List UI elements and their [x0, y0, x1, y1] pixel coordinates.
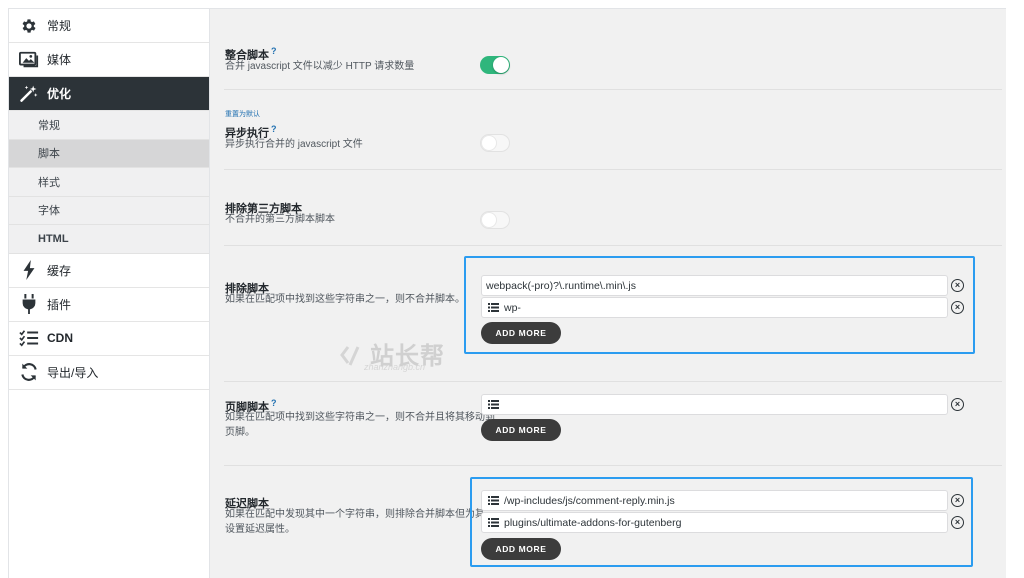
- reset-default-link[interactable]: 重置为默认: [225, 109, 260, 119]
- sidebar-item-general[interactable]: 常规: [9, 9, 209, 43]
- async-exec-desc: 异步执行合并的 javascript 文件: [225, 139, 363, 150]
- add-more-button[interactable]: ADD MORE: [481, 419, 561, 441]
- checklist-icon: [19, 328, 39, 348]
- footer-scripts-desc: 如果在匹配项中找到这些字符串之一，则不合并且将其移动到 页脚。: [225, 412, 495, 438]
- sidebar-item-label: 导出/导入: [47, 365, 99, 380]
- sidebar-item-label: 媒体: [47, 53, 72, 67]
- sidebar-item-media[interactable]: 媒体: [9, 43, 209, 77]
- highlight-box: [470, 477, 973, 567]
- sidebar-item-label: CDN: [47, 331, 73, 345]
- help-link[interactable]: ?: [271, 124, 277, 134]
- divider: [224, 465, 1002, 466]
- sidebar-subitem-scripts[interactable]: 脚本: [9, 139, 209, 168]
- toggle-knob: [481, 212, 497, 228]
- sidebar-subitem-fonts[interactable]: 字体: [9, 196, 209, 225]
- help-link[interactable]: ?: [271, 398, 277, 408]
- settings-app: 常规 媒体 优化 常规 脚本 样式 字体 HTML 缓存 插件 CDN 导出/导…: [0, 0, 1024, 578]
- sidebar-subitem-styles[interactable]: 样式: [9, 168, 209, 197]
- sidebar-item-plugins[interactable]: 插件: [9, 288, 209, 322]
- plug-icon: [19, 294, 39, 314]
- sidebar-item-optimize[interactable]: 优化: [9, 77, 209, 111]
- sidebar-item-cdn[interactable]: CDN: [9, 322, 209, 356]
- sidebar-subitem-general[interactable]: 常规: [9, 111, 209, 140]
- divider: [224, 381, 1002, 382]
- highlight-box: [464, 256, 975, 354]
- sidebar-item-label: 缓存: [47, 263, 72, 278]
- settings-sidebar: 常规 媒体 优化 常规 脚本 样式 字体 HTML 缓存 插件 CDN 导出/导…: [8, 8, 210, 578]
- sidebar-item-label: 插件: [47, 297, 72, 312]
- divider: [224, 169, 1002, 170]
- exclude-third-party-desc: 不合并的第三方脚本脚本: [225, 214, 335, 225]
- right-gutter: [1006, 8, 1024, 578]
- gear-icon: [19, 16, 39, 36]
- combine-scripts-desc: 合并 javascript 文件以减少 HTTP 请求数量: [225, 61, 415, 72]
- sync-icon: [19, 362, 39, 382]
- footer-script-entry[interactable]: [481, 394, 948, 415]
- combine-scripts-toggle[interactable]: [480, 56, 510, 74]
- watermark-sub: zhanzhangb.cn: [364, 362, 426, 372]
- sidebar-item-export-import[interactable]: 导出/导入: [9, 356, 209, 390]
- defer-scripts-desc: 如果在匹配中发现其中一个字符串，则排除合并脚本但为其 设置延迟属性。: [225, 509, 485, 535]
- exclude-third-party-toggle[interactable]: [480, 211, 510, 229]
- help-link[interactable]: ?: [271, 46, 277, 56]
- sidebar-subitem-html[interactable]: HTML: [9, 225, 209, 254]
- magic-wand-icon: [19, 84, 39, 104]
- sidebar-item-label: 常规: [47, 19, 72, 33]
- lightning-icon: [19, 260, 39, 280]
- remove-entry-button[interactable]: ×: [951, 398, 964, 411]
- async-exec-toggle[interactable]: [480, 134, 510, 152]
- divider: [224, 245, 1002, 246]
- sidebar-item-cache[interactable]: 缓存: [9, 254, 209, 288]
- toggle-knob: [481, 135, 497, 151]
- sidebar-item-label: 优化: [47, 87, 72, 101]
- images-icon: [19, 50, 39, 70]
- divider: [224, 89, 1002, 90]
- exclude-scripts-desc: 如果在匹配项中找到这些字符串之一，则不合并脚本。: [225, 294, 465, 305]
- toggle-knob: [493, 57, 509, 73]
- drag-handle-icon[interactable]: [486, 398, 500, 412]
